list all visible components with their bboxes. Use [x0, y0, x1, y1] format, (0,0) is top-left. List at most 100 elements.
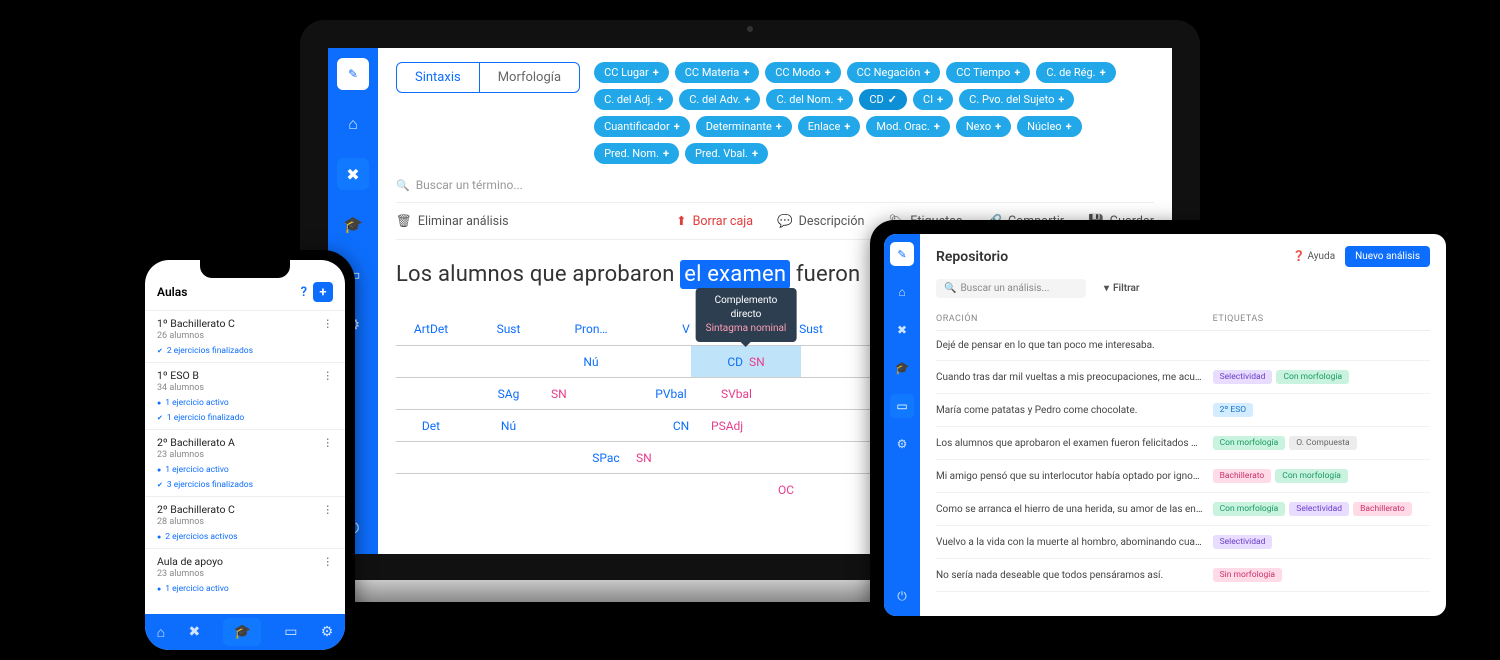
box-tooltip: ComplementodirectoSintagma nominal: [696, 288, 797, 342]
add-class-button[interactable]: +: [313, 282, 333, 302]
table-row[interactable]: Vuelvo a la vida con la muerte al hombro…: [936, 526, 1430, 559]
search-input[interactable]: Buscar un término...: [396, 172, 1154, 202]
tag-chip[interactable]: CC Lugar +: [594, 62, 669, 83]
camera-icon: [747, 26, 753, 32]
tag-badge: 2º ESO: [1213, 403, 1253, 417]
mode-segmented[interactable]: Sintaxis Morfología: [396, 62, 580, 93]
tag-badge: Con morfología: [1213, 436, 1286, 450]
tag-chip[interactable]: C. de Rég. +: [1036, 62, 1115, 83]
table-row[interactable]: Dejé de pensar en lo que tan poco me int…: [936, 331, 1430, 361]
class-item[interactable]: 2º Bachillerato A⋮23 alumnos1 ejercicio …: [145, 429, 345, 496]
sentence-cell: Cuando tras dar mil vueltas a mis preocu…: [936, 372, 1213, 383]
tag-chip[interactable]: Enlace +: [798, 116, 861, 137]
tag-chip[interactable]: CC Materia +: [675, 62, 759, 83]
settings-icon[interactable]: ⚙: [890, 432, 914, 456]
plus-icon: +: [844, 120, 850, 133]
more-icon[interactable]: ⋮: [323, 436, 334, 449]
tools-icon[interactable]: ✖: [890, 318, 914, 342]
tag-chip[interactable]: Mod. Orac. +: [866, 116, 949, 137]
tag-chip[interactable]: CC Tiempo +: [946, 62, 1030, 83]
tag-chip[interactable]: CC Negación +: [847, 62, 941, 83]
tag-badge: O. Compuesta: [1289, 436, 1356, 450]
tag-chip[interactable]: Núcleo +: [1017, 116, 1081, 137]
home-icon[interactable]: ⌂: [890, 280, 914, 304]
tag-badge: Bachillerato: [1353, 502, 1412, 516]
tag-chip[interactable]: Cuantificador +: [594, 116, 690, 137]
table-row[interactable]: Los alumnos que aprobaron el examen fuer…: [936, 427, 1430, 460]
upload-icon: ⬆: [676, 213, 686, 229]
tab-sintaxis[interactable]: Sintaxis: [397, 63, 480, 92]
tag-chip[interactable]: C. del Nom. +: [766, 89, 853, 110]
class-stat: 2 ejercicios activos: [157, 532, 333, 542]
class-count: 23 alumnos: [157, 569, 333, 579]
nav-archive-icon[interactable]: ▭: [284, 624, 297, 640]
tag-badge: Con morfología: [1276, 370, 1349, 384]
archive-icon[interactable]: ▭: [890, 394, 914, 418]
class-item[interactable]: Aula de apoyo ⋮23 alumnos 1 ejercicio acti…: [145, 548, 345, 600]
tag-chip[interactable]: Nexo +: [956, 116, 1011, 137]
tablet-device: ✎ ⌂ ✖ 🎓 ▭ ⚙ ⏻ Repositorio ❓ Ayuda Nuevo …: [870, 220, 1460, 630]
delete-box-button[interactable]: ⬆Borrar caja: [676, 213, 753, 229]
table-row[interactable]: Mi amigo pensó que su interlocutor había…: [936, 460, 1430, 493]
home-icon[interactable]: ⌂: [337, 108, 369, 140]
tag-chip[interactable]: CI +: [913, 89, 953, 110]
tag-chip[interactable]: Pred. Vbal. +: [685, 143, 768, 164]
tag-badge: Bachillerato: [1213, 469, 1272, 483]
nav-tools-icon[interactable]: ✖: [188, 624, 200, 640]
class-stat: 1 ejercicio activo: [157, 584, 333, 594]
tab-morfologia[interactable]: Morfología: [480, 63, 579, 92]
class-stat: 1 ejercicio activo: [157, 398, 333, 408]
tag-badge: Selectividad: [1213, 535, 1273, 549]
class-item[interactable]: 1º ESO B⋮34 alumnos1 ejercicio activo1 e…: [145, 362, 345, 429]
students-icon[interactable]: 🎓: [337, 208, 369, 240]
class-item[interactable]: 1º Bachillerato C⋮26 alumnos2 ejercicios…: [145, 310, 345, 362]
more-icon[interactable]: ⋮: [323, 317, 334, 330]
sentence-cell: María come patatas y Pedro come chocolat…: [936, 405, 1213, 416]
table-row[interactable]: María come patatas y Pedro come chocolat…: [936, 394, 1430, 427]
class-name: Aula de apoyo: [157, 555, 223, 568]
table-row[interactable]: No sería nada deseable que todos pensára…: [936, 559, 1430, 592]
class-name: 1º Bachillerato C: [157, 317, 235, 330]
cd-selected-box[interactable]: ComplementodirectoSintagma nominal CD SN: [691, 346, 801, 377]
check-icon: ✓: [888, 93, 897, 106]
tag-badge: Con morfología: [1213, 502, 1286, 516]
description-button[interactable]: 💬Descripción: [777, 214, 864, 229]
tag-chip[interactable]: Pred. Nom. +: [594, 143, 679, 164]
tag-chip[interactable]: C. del Adv. +: [679, 89, 760, 110]
tag-chip[interactable]: CC Modo +: [765, 62, 840, 83]
tag-chip[interactable]: CD ✓: [859, 89, 907, 110]
tag-badge: Sin morfología: [1213, 568, 1282, 582]
logout-icon[interactable]: ⏻: [890, 584, 914, 608]
highlighted-phrase[interactable]: el examen: [680, 260, 790, 289]
phone-title: Aulas: [157, 285, 187, 299]
tag-chip[interactable]: C. del Adj. +: [594, 89, 673, 110]
table-row[interactable]: Como se arranca el hierro de una herida,…: [936, 493, 1430, 526]
tag-chip[interactable]: C. Pvo. del Sujeto +: [959, 89, 1074, 110]
tag-badge: Selectividad: [1213, 370, 1273, 384]
more-icon[interactable]: ⋮: [323, 369, 334, 382]
plus-icon: +: [934, 120, 940, 133]
class-count: 23 alumnos: [157, 450, 333, 460]
more-icon[interactable]: ⋮: [323, 503, 334, 516]
sentence-cell: Los alumnos que aprobaron el examen fuer…: [936, 438, 1213, 449]
new-analysis-button[interactable]: Nuevo análisis: [1345, 246, 1430, 267]
table-row[interactable]: Cuando tras dar mil vueltas a mis preocu…: [936, 361, 1430, 394]
delete-analysis-button[interactable]: 🗑Eliminar análisis: [396, 214, 509, 229]
class-item[interactable]: 2º Bachillerato C⋮28 alumnos2 ejercicios…: [145, 496, 345, 548]
edit-button[interactable]: ✎: [890, 242, 914, 266]
edit-button[interactable]: ✎: [337, 58, 369, 90]
help-icon[interactable]: ?: [301, 285, 307, 300]
tools-icon[interactable]: ✖: [337, 158, 369, 190]
help-button[interactable]: ❓ Ayuda: [1293, 251, 1336, 262]
nav-home-icon[interactable]: ⌂: [157, 624, 165, 641]
students-icon[interactable]: 🎓: [890, 356, 914, 380]
nav-students-icon[interactable]: 🎓: [223, 618, 260, 646]
class-stat: 2 ejercicios finalizados: [157, 346, 333, 356]
tag-badge: Selectividad: [1289, 502, 1349, 516]
nav-settings-icon[interactable]: ⚙: [321, 624, 334, 640]
more-icon[interactable]: ⋮: [323, 555, 334, 568]
class-list[interactable]: 1º Bachillerato C⋮26 alumnos2 ejercicios…: [145, 310, 345, 614]
filter-button[interactable]: ▾ Filtrar: [1104, 283, 1139, 294]
tag-chip[interactable]: Determinante +: [696, 116, 792, 137]
repo-search-input[interactable]: 🔍 Buscar un análisis...: [936, 279, 1086, 298]
